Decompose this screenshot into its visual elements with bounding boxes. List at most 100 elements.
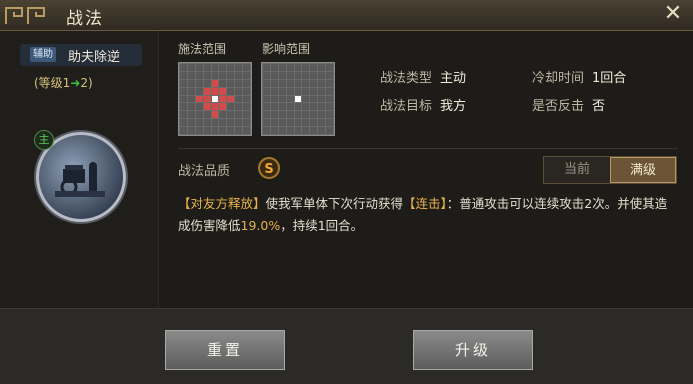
range-cell [326,111,333,119]
range-cell [278,111,286,119]
range-cell [243,79,250,87]
level-to: 2) [80,76,93,90]
range-cell [270,87,278,95]
range-cell [310,103,318,111]
range-cell [219,111,227,119]
effect-range-label: 影响范围 [262,42,311,56]
main-skill-badge: 主 [34,130,54,150]
range-cell [211,71,219,79]
close-icon[interactable]: ✕ [661,2,685,26]
level-upgrade-indicator: (等级1➜2) [34,74,93,91]
range-cell [187,71,195,79]
range-cell [227,119,235,127]
range-cell [310,95,318,103]
range-cell [195,95,203,103]
range-cell [211,79,219,87]
range-cell [310,87,318,95]
range-cell [243,111,250,119]
range-cell [326,119,333,127]
counterattack-row: 是否反击否 [532,95,605,114]
cooldown-key: 冷却时间 [532,71,585,86]
desc-percent: 19.0% [240,218,281,233]
skill-name: 助夫除逆 [68,50,121,65]
range-cell [263,127,270,134]
range-cell [326,79,333,87]
range-cell [235,79,243,87]
range-cell [326,95,333,103]
range-cell [286,87,294,95]
range-cell [203,103,211,111]
range-cell [318,79,326,87]
range-cell [286,64,294,71]
range-cell [180,119,187,127]
range-cell [180,111,187,119]
range-cell [243,95,250,103]
range-cell [318,64,326,71]
range-cell [310,119,318,127]
effect-range-grid [261,62,335,136]
skill-target-row: 战法目标 我方 [380,95,466,114]
range-cell [187,103,195,111]
range-cell [294,103,302,111]
tab-current-level[interactable]: 当前 [544,157,610,183]
skill-type-tag: 辅助 [30,47,56,62]
range-cell [227,79,235,87]
range-cell [227,87,235,95]
range-cell [180,87,187,95]
range-cell [243,127,250,134]
range-cell [203,79,211,87]
range-cell [270,95,278,103]
range-cell [195,111,203,119]
cast-range-grid [178,62,252,136]
range-cell [270,103,278,111]
range-cell [302,64,310,71]
range-cell [203,64,211,71]
range-cell [203,127,211,134]
range-cell [286,103,294,111]
range-cell [180,71,187,79]
range-cell [302,95,310,103]
range-cell [235,95,243,103]
skill-quality-label: 战法品质 [178,164,231,179]
desc-text-1: 使我军单体下次行动获得 [265,196,404,211]
reset-button[interactable]: 重置 [165,330,285,370]
desc-text-3: ，持续1回合。 [280,218,364,233]
range-cell [187,79,195,87]
range-cell [294,95,302,103]
cart-scene-image [55,162,105,197]
range-cell [211,119,219,127]
range-cell [263,71,270,79]
counterattack-key: 是否反击 [532,99,585,114]
range-cell [219,79,227,87]
range-cell [302,79,310,87]
level-view-toggle: 当前 满级 [543,156,677,184]
range-cell [187,111,195,119]
range-cell [187,95,195,103]
range-cell [326,71,333,79]
range-cell [187,119,195,127]
range-cell [294,111,302,119]
range-cell [318,119,326,127]
desc-cast-target: 【对友方释放】 [178,196,266,211]
range-cell [326,64,333,71]
range-cell [227,64,235,71]
range-cell [227,95,235,103]
skill-type-key: 战法类型 [380,71,433,86]
range-cell [286,71,294,79]
range-cell [270,111,278,119]
upgrade-button[interactable]: 升级 [413,330,533,370]
range-cell [278,95,286,103]
range-cell [286,79,294,87]
range-cell [243,119,250,127]
range-cell [302,103,310,111]
range-cell [219,119,227,127]
range-cell [211,127,219,134]
range-cell [270,64,278,71]
range-cell [219,127,227,134]
range-cell [270,79,278,87]
range-cell [286,119,294,127]
tab-max-level[interactable]: 满级 [610,157,676,183]
range-cell [278,79,286,87]
range-cell [195,119,203,127]
range-cell [310,71,318,79]
